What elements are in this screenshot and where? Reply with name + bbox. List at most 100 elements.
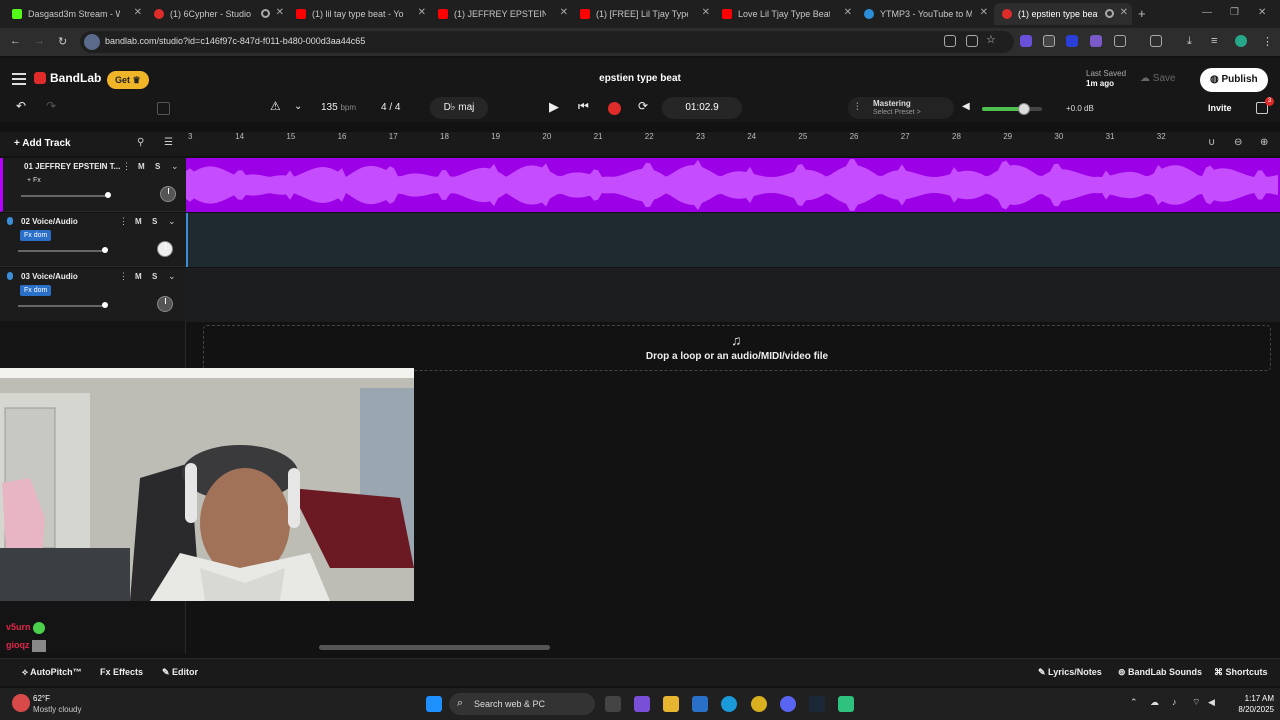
key-selector[interactable]: D♭ maj (430, 97, 488, 119)
pan-knob[interactable] (157, 241, 173, 257)
edge-icon[interactable] (721, 696, 737, 712)
reload-icon[interactable]: ↻ (58, 35, 67, 48)
profile-avatar[interactable] (1235, 35, 1247, 47)
close-tab-icon[interactable]: ✕ (1120, 7, 1128, 18)
publish-button[interactable]: ◍ Publish (1200, 68, 1268, 92)
browser-tab[interactable]: (1) [FREE] Lil Tjay Type Be ✕ (572, 3, 714, 25)
fx-preset-badge[interactable]: Fx dom (20, 230, 52, 241)
mute-button[interactable]: M (135, 217, 142, 226)
track-header[interactable]: 01 JEFFREY EPSTEIN T... ⋮ M S ⌄ + Fx (0, 158, 186, 212)
master-volume-knob[interactable] (1018, 103, 1030, 115)
extension-icon[interactable] (1090, 35, 1102, 47)
drop-zone[interactable]: ♫ Drop a loop or an audio/MIDI/video fil… (203, 325, 1271, 371)
record-icon[interactable] (608, 102, 621, 115)
fx-preset-badge[interactable]: Fx dom (20, 285, 52, 296)
onedrive-icon[interactable]: ☁ (1150, 697, 1159, 708)
store-icon[interactable] (692, 696, 708, 712)
add-track-button[interactable]: + Add Track (14, 138, 71, 149)
add-fx-button[interactable]: + Fx (23, 175, 45, 186)
zoom-in-icon[interactable]: ⊕ (1260, 137, 1268, 148)
browser-tab-active[interactable]: (1) epstien type beat - ✕ (994, 3, 1132, 25)
network-icon[interactable]: ⌔ (1192, 697, 1200, 708)
zoom-out-icon[interactable]: ⊖ (1234, 137, 1242, 148)
address-bar[interactable]: bandlab.com/studio?id=c146f97c-847d-f011… (80, 31, 1014, 53)
close-tab-icon[interactable]: ✕ (844, 7, 852, 18)
skip-back-icon[interactable]: ⏮ (578, 99, 589, 114)
loop-icon[interactable]: ⟳ (638, 99, 648, 113)
browser-tab[interactable]: Love Lil Tjay Type Beat - Y ✕ (714, 3, 856, 25)
play-icon[interactable]: ▶ (549, 99, 559, 115)
windows-start-icon[interactable] (426, 696, 442, 712)
track-volume-slider[interactable] (21, 195, 107, 197)
extension-icon[interactable] (1043, 35, 1055, 47)
new-tab-button[interactable]: + (1138, 6, 1146, 21)
extensions-puzzle-icon[interactable] (1114, 35, 1126, 47)
track-settings-icon[interactable]: ☰ (164, 137, 173, 148)
discord-icon[interactable] (780, 696, 796, 712)
queue-icon[interactable]: ≡ (1211, 35, 1217, 47)
task-view-icon[interactable] (605, 696, 621, 712)
reading-mode-icon[interactable] (944, 35, 956, 47)
tray-chevron-icon[interactable]: ⌃ (1130, 697, 1138, 708)
close-tab-icon[interactable]: ✕ (418, 7, 426, 18)
browser-tab[interactable]: (1) lil tay type beat - YouT ✕ (288, 3, 430, 25)
chevron-down-icon[interactable]: ⌄ (171, 161, 179, 172)
taskbar-search[interactable]: ⌕ Search web & PC (449, 693, 595, 715)
audio-waveform[interactable] (186, 158, 1280, 212)
autopitch-button[interactable]: ⟡ AutoPitch™ (22, 667, 82, 678)
maximize-icon[interactable]: ❐ (1230, 7, 1239, 18)
close-tab-icon[interactable]: ✕ (560, 7, 568, 18)
shortcuts-button[interactable]: ⌘ Shortcuts (1214, 667, 1268, 678)
site-info-icon[interactable] (84, 34, 100, 50)
tuner-icon[interactable]: ⚲ (137, 137, 144, 148)
sidebar-icon[interactable] (1150, 35, 1162, 47)
track-name[interactable]: 03 Voice/Audio (21, 272, 117, 281)
weather-icon[interactable] (12, 694, 30, 712)
forward-icon[interactable]: → (34, 35, 45, 47)
copilot-icon[interactable] (634, 696, 650, 712)
timeline-horizontal-scrollbar[interactable] (319, 645, 550, 650)
time-signature[interactable]: 4 / 4 (381, 102, 400, 113)
track-lane[interactable] (186, 213, 1280, 267)
editor-button[interactable]: ✎ Editor (162, 667, 198, 678)
track-header[interactable]: 02 Voice/Audio ⋮ M S ⌄ Fx dom (0, 213, 186, 267)
solo-button[interactable]: S (152, 217, 157, 226)
close-tab-icon[interactable]: ✕ (134, 7, 142, 18)
chevron-down-icon[interactable]: ⌄ (168, 216, 176, 227)
cast-icon[interactable] (966, 35, 978, 47)
chrome-icon[interactable] (751, 696, 767, 712)
close-tab-icon[interactable]: ✕ (980, 7, 988, 18)
get-membership-button[interactable]: Get ♛ (107, 71, 149, 89)
tool-icon[interactable] (157, 102, 170, 115)
chevron-down-icon[interactable]: ⌄ (168, 271, 176, 282)
bandlab-logo[interactable]: BandLab (34, 71, 101, 85)
lyrics-notes-button[interactable]: ✎ Lyrics/Notes (1038, 667, 1102, 678)
volume-icon[interactable]: ◀ (1208, 697, 1215, 708)
bpm-display[interactable]: 135 bpm (321, 102, 356, 113)
download-icon[interactable]: ⤓ (1187, 35, 1192, 48)
bandlab-sounds-button[interactable]: ⊚ BandLab Sounds (1118, 667, 1202, 678)
undo-icon[interactable]: ↶ (16, 99, 26, 113)
track-options-icon[interactable]: ⋮ (119, 271, 128, 282)
close-window-icon[interactable]: ✕ (1258, 7, 1266, 18)
browser-tab[interactable]: Dasgasd3m Stream - Watc ✕ (4, 3, 146, 25)
app-icon[interactable] (838, 696, 854, 712)
mute-button[interactable]: M (135, 272, 142, 281)
extension-icon[interactable] (1020, 35, 1032, 47)
magnet-snap-icon[interactable]: ∪ (1208, 137, 1215, 148)
invite-button[interactable]: Invite (1208, 103, 1232, 113)
redo-icon[interactable]: ↷ (46, 99, 56, 113)
minimize-icon[interactable]: — (1202, 7, 1212, 18)
metronome-dropdown-icon[interactable]: ⌄ (294, 101, 302, 112)
close-tab-icon[interactable]: ✕ (276, 7, 284, 18)
track-lane[interactable] (186, 268, 1280, 322)
track-lane[interactable] (186, 158, 1280, 212)
clock-time[interactable]: 1:17 AM (1228, 694, 1274, 703)
bookmark-star-icon[interactable]: ☆ (986, 33, 996, 46)
mute-button[interactable]: M (138, 162, 145, 171)
track-header[interactable]: 03 Voice/Audio ⋮ M S ⌄ Fx dom (0, 268, 186, 322)
browser-tab[interactable]: YTMP3 - YouTube to MP3 ✕ (856, 3, 992, 25)
track-name[interactable]: 01 JEFFREY EPSTEIN T... (24, 162, 120, 171)
save-button[interactable]: ☁ Save (1140, 73, 1176, 84)
file-explorer-icon[interactable] (663, 696, 679, 712)
